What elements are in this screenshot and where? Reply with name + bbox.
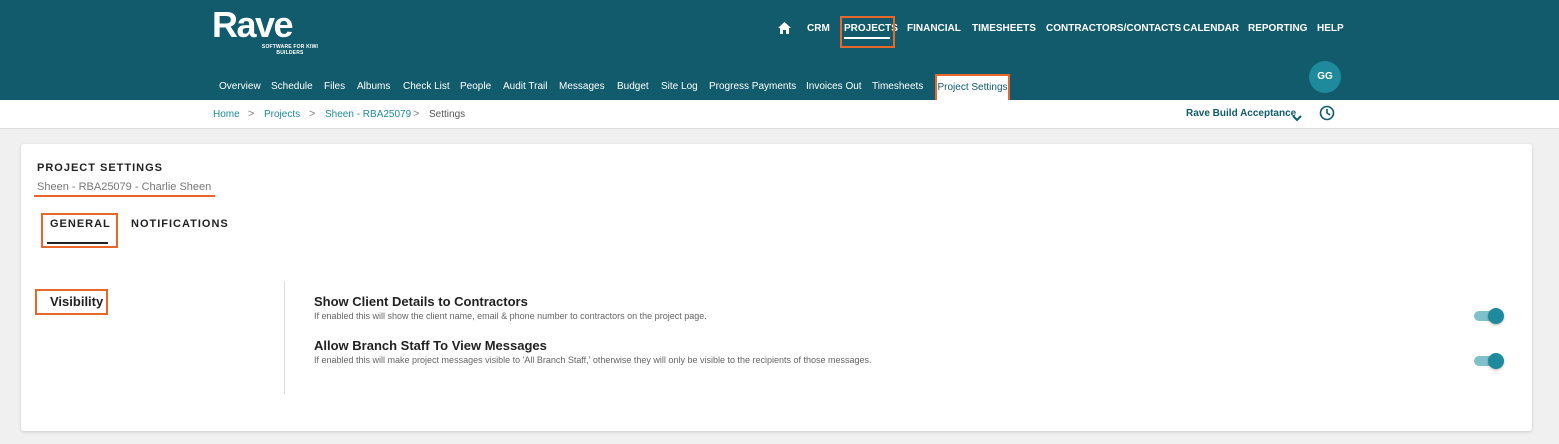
tab-notifications[interactable]: NOTIFICATIONS xyxy=(131,218,229,230)
breadcrumb-separator: > xyxy=(309,108,316,120)
subnav-albums[interactable]: Albums xyxy=(357,80,390,94)
settings-card: PROJECT SETTINGS Sheen - RBA25079 - Char… xyxy=(21,144,1532,431)
tab-general[interactable]: GENERAL xyxy=(50,218,111,230)
subnav-timesheets[interactable]: Timesheets xyxy=(872,80,923,94)
chevron-down-icon[interactable] xyxy=(1292,109,1302,127)
toggle-knob xyxy=(1488,308,1504,324)
nav-projects-active-underline xyxy=(844,37,890,39)
subnav-people[interactable]: People xyxy=(460,80,491,94)
logo-tagline: SOFTWARE FOR KIWI BUILDERS xyxy=(261,44,319,56)
breadcrumb: Home > Projects > Sheen - RBA25079 > Set… xyxy=(0,100,1559,129)
subnav-project-settings[interactable]: Project Settings xyxy=(935,74,1010,100)
subnav-budget[interactable]: Budget xyxy=(617,80,649,94)
breadcrumb-separator: > xyxy=(248,108,255,120)
setting-title-branch-staff-messages: Allow Branch Staff To View Messages xyxy=(314,338,547,353)
section-divider xyxy=(284,281,285,394)
subnav-messages[interactable]: Messages xyxy=(559,80,605,94)
setting-desc-branch-staff-messages: If enabled this will make project messag… xyxy=(314,355,872,365)
subnav-invoices-out[interactable]: Invoices Out xyxy=(806,80,862,94)
nav-timesheets[interactable]: TIMESHEETS xyxy=(972,16,1036,42)
subnav-schedule[interactable]: Schedule xyxy=(271,80,313,94)
subnav-site-log[interactable]: Site Log xyxy=(661,80,698,94)
subnav-progress-payments[interactable]: Progress Payments xyxy=(709,80,796,94)
tab-general-underline xyxy=(47,242,108,244)
page-title: PROJECT SETTINGS xyxy=(37,162,164,174)
breadcrumb-project[interactable]: Sheen - RBA25079 xyxy=(325,109,411,120)
logo-wordmark: Rave xyxy=(212,4,294,45)
nav-contractors-contacts[interactable]: CONTRACTORS/CONTACTS xyxy=(1046,16,1181,42)
breadcrumb-home[interactable]: Home xyxy=(213,109,240,120)
rave-logo[interactable]: Rave SOFTWARE FOR KIWI BUILDERS xyxy=(212,4,318,57)
breadcrumb-separator: > xyxy=(413,108,420,120)
setting-desc-client-details: If enabled this will show the client nam… xyxy=(314,311,707,321)
nav-help[interactable]: HELP xyxy=(1317,16,1344,42)
project-name-annotation-underline xyxy=(34,195,215,197)
clock-icon[interactable] xyxy=(1319,105,1335,126)
home-icon[interactable] xyxy=(778,16,792,42)
project-switcher[interactable]: Rave Build Acceptance xyxy=(1186,108,1296,119)
subnav-audit-trail[interactable]: Audit Trail xyxy=(503,80,547,94)
breadcrumb-projects[interactable]: Projects xyxy=(264,109,300,120)
nav-financial[interactable]: FINANCIAL xyxy=(907,16,961,42)
subnav-check-list[interactable]: Check List xyxy=(403,80,450,94)
top-header: Rave SOFTWARE FOR KIWI BUILDERS CRM PROJ… xyxy=(0,0,1559,100)
subnav-overview[interactable]: Overview xyxy=(219,80,261,94)
project-name: Sheen - RBA25079 - Charlie Sheen xyxy=(37,181,212,193)
toggle-knob xyxy=(1488,353,1504,369)
nav-calendar[interactable]: CALENDAR xyxy=(1183,16,1239,42)
user-avatar[interactable]: GG xyxy=(1309,61,1341,93)
setting-title-client-details: Show Client Details to Contractors xyxy=(314,294,528,309)
subnav-project-settings-label: Project Settings xyxy=(937,82,1008,93)
toggle-client-details[interactable] xyxy=(1472,308,1504,324)
nav-reporting[interactable]: REPORTING xyxy=(1248,16,1307,42)
toggle-branch-staff-messages[interactable] xyxy=(1472,353,1504,369)
breadcrumb-settings: Settings xyxy=(429,109,466,120)
nav-crm[interactable]: CRM xyxy=(807,16,830,42)
subnav-files[interactable]: Files xyxy=(324,80,345,94)
section-label-visibility: Visibility xyxy=(50,294,104,309)
